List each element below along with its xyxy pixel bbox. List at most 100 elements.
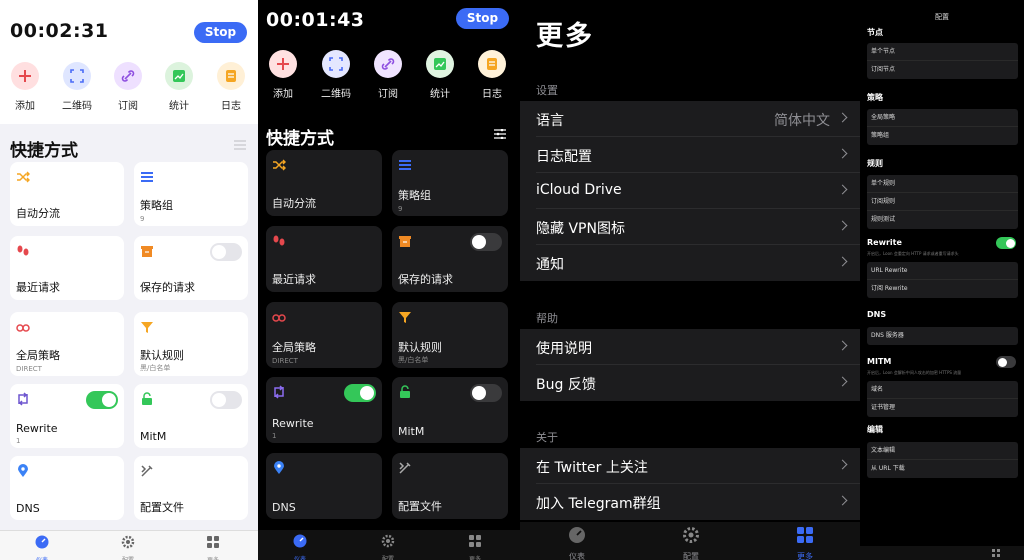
card-dns[interactable]: DNS [10,456,124,520]
card-recent-requests[interactable]: 最近请求 [266,226,382,292]
mitm-toggle[interactable] [996,356,1016,368]
dashboard-icon [569,527,585,543]
rewrite-icon [274,385,284,399]
row-icloud[interactable]: iCloud Drive [520,173,860,209]
rewrite-icon [18,392,28,406]
stats-action[interactable]: 统计 [159,62,199,112]
card-global-policy[interactable]: 全局策略 DIRECT [10,312,124,376]
card-mitm[interactable]: MitM [134,384,248,448]
row-telegram[interactable]: 加入 Telegram群组 [520,484,860,520]
global-policy-item[interactable]: 全局策略 [867,109,1018,127]
single-rule-item[interactable]: 单个规则 [867,175,1018,193]
dns-server-item[interactable]: DNS 服务器 [867,327,1018,345]
log-action[interactable]: 日志 [472,50,512,100]
qrcode-action[interactable]: 二维码 [57,62,97,112]
policy-group-item[interactable]: 策略组 [867,127,1018,145]
tab-bar [860,546,1024,560]
url-rewrite-item[interactable]: URL Rewrite [867,262,1018,280]
mitm-toggle[interactable] [470,384,502,402]
card-auto-route[interactable]: 自动分流 [266,150,382,216]
subscribe-action[interactable]: 订阅 [368,50,408,100]
glasses-icon [16,324,30,332]
rewrite-toggle[interactable] [996,237,1016,249]
row-hide-vpn[interactable]: 隐藏 VPN图标 [520,209,860,245]
edit-section-title: 编辑 [867,425,883,434]
tab-dashboard[interactable]: 仪表 [547,526,607,560]
rules-group: 单个规则 订阅规则 规则测试 [867,175,1018,229]
card-recent-requests[interactable]: 最近请求 [10,236,124,300]
dns-group: DNS 服务器 [867,327,1018,345]
row-notify[interactable]: 通知 [520,245,860,281]
rule-test-item[interactable]: 规则测试 [867,211,1018,229]
shuffle-icon [273,159,286,171]
tab-more[interactable]: 更多 [455,533,495,560]
page-title: 配置 [935,13,949,21]
card-config-file[interactable]: 配置文件 [134,456,248,520]
single-node-item[interactable]: 单个节点 [867,43,1018,61]
stats-action[interactable]: 统计 [420,50,460,100]
sub-rewrite-item[interactable]: 订阅 Rewrite [867,280,1018,298]
card-global-policy[interactable]: 全局策略 DIRECT [266,302,382,368]
tab-dashboard[interactable]: 仪表 [22,534,62,560]
tab-config[interactable]: 配置 [368,533,408,560]
chevron-right-icon [837,376,848,387]
card-policy-group[interactable]: 策略组 9 [392,150,508,216]
rewrite-toggle[interactable] [344,384,376,402]
qrcode-action[interactable]: 二维码 [316,50,356,100]
saved-requests-toggle[interactable] [470,233,502,251]
stop-button[interactable]: Stop [194,22,247,43]
log-action[interactable]: 日志 [211,62,251,112]
connection-timer: 00:01:43 [266,9,365,31]
card-default-rule[interactable]: 默认规则 黑/白名单 [134,312,248,376]
domain-item[interactable]: 域名 [867,381,1018,399]
add-action[interactable]: 添加 [5,62,45,112]
card-mitm[interactable]: MitM [392,377,508,443]
archive-icon [399,236,411,247]
row-manual[interactable]: 使用说明 [520,329,860,365]
tab-config[interactable]: 配置 [661,526,721,560]
tab-bar: 仪表 配置 更多 [258,530,520,560]
add-action[interactable]: 添加 [263,50,303,100]
sub-node-item[interactable]: 订阅节点 [867,61,1018,79]
lock-icon [400,385,410,398]
add-icon [269,50,297,78]
tab-config[interactable]: 配置 [108,534,148,560]
grid-icon[interactable] [992,549,1000,557]
card-dns[interactable]: DNS [266,453,382,519]
mitm-toggle[interactable] [210,391,242,409]
tab-dashboard[interactable]: 仪表 [280,533,320,560]
url-download-item[interactable]: 从 URL 下载 [867,460,1018,478]
row-bug-report[interactable]: Bug 反馈 [520,365,860,401]
dashboard-dark: 00:01:43 Stop 添加 二维码 订阅 统计 日志 快捷方式 自动分流 … [258,0,520,560]
sort-icon[interactable] [234,140,246,150]
card-default-rule[interactable]: 默认规则 黑/白名单 [392,302,508,368]
row-language[interactable]: 语言 简体中文 [520,101,860,137]
card-saved-requests[interactable]: 保存的请求 [392,226,508,292]
cert-item[interactable]: 证书管理 [867,399,1018,417]
text-edit-item[interactable]: 文本编辑 [867,442,1018,460]
tab-bar: 仪表 配置 更多 [0,530,258,560]
card-rewrite[interactable]: Rewrite 1 [10,384,124,448]
subscribe-action[interactable]: 订阅 [108,62,148,112]
card-policy-group[interactable]: 策略组 9 [134,162,248,226]
row-log-config[interactable]: 日志配置 [520,137,860,173]
dashboard-light: 00:02:31 Stop 添加 二维码 订阅 统计 日志 快捷方式 自动分流 … [0,0,258,560]
card-saved-requests[interactable]: 保存的请求 [134,236,248,300]
rewrite-toggle[interactable] [86,391,118,409]
config-screen: 配置 节点 单个节点 订阅节点 策略 全局策略 策略组 规则 单个规则 订阅规则… [860,0,1024,560]
tab-more[interactable]: 更多 [775,526,835,560]
row-twitter[interactable]: 在 Twitter 上关注 [520,448,860,484]
tab-more[interactable]: 更多 [193,534,233,560]
log-icon [217,62,245,90]
tools-icon [141,465,153,477]
dashboard-icon [293,534,307,548]
more-screen: 更多 设置 语言 简体中文 日志配置 iCloud Drive 隐藏 VPN图标 … [520,0,860,560]
card-config-file[interactable]: 配置文件 [392,453,508,519]
tab-bar: 仪表 配置 更多 [520,522,860,560]
card-auto-route[interactable]: 自动分流 [10,162,124,226]
saved-requests-toggle[interactable] [210,243,242,261]
sub-rule-item[interactable]: 订阅规则 [867,193,1018,211]
sliders-icon[interactable] [494,129,506,139]
stop-button[interactable]: Stop [456,8,509,29]
card-rewrite[interactable]: Rewrite 1 [266,377,382,443]
